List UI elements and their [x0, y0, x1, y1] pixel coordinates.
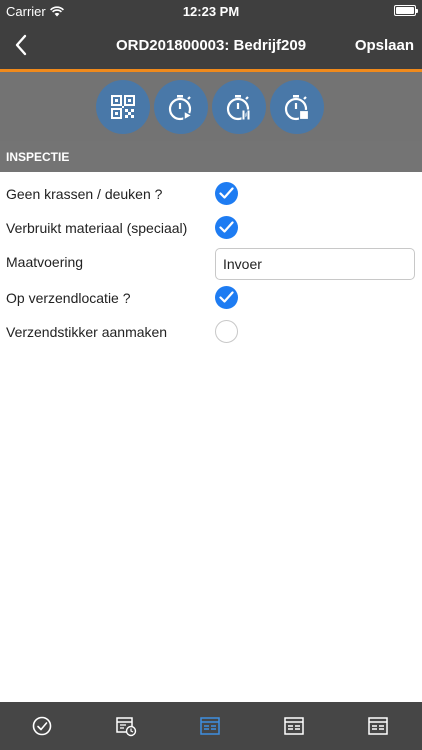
check-circle-icon: [32, 716, 52, 736]
tab-planning[interactable]: [84, 702, 168, 750]
save-button[interactable]: Opslaan: [355, 37, 414, 54]
scan-qr-button[interactable]: [96, 80, 150, 134]
schedule-form-icon: [116, 717, 137, 737]
field-label: Op verzendlocatie ?: [6, 290, 131, 306]
status-time: 12:23 PM: [182, 4, 240, 19]
field-row-op-verzendlocatie: Op verzendlocatie ?: [0, 282, 422, 316]
checkbox-geen-krassen[interactable]: [215, 182, 238, 205]
pause-timer-button[interactable]: [212, 80, 266, 134]
tab-form-2[interactable]: [252, 702, 336, 750]
checkmark-icon: [219, 221, 234, 233]
status-bar: Carrier 12:23 PM: [0, 0, 422, 22]
checkbox-verzendstikker[interactable]: [215, 320, 238, 343]
field-row-geen-krassen: Geen krassen / deuken ?: [0, 178, 422, 212]
checkbox-op-verzendlocatie[interactable]: [215, 286, 238, 309]
checkmark-icon: [219, 291, 234, 303]
form-icon: [368, 717, 388, 735]
stop-timer-button[interactable]: [270, 80, 324, 134]
bottom-tab-bar: [0, 702, 422, 750]
field-row-verzendstikker: Verzendstikker aanmaken: [0, 316, 422, 350]
timer-play-icon: [168, 95, 194, 122]
tab-checklist[interactable]: [0, 702, 84, 750]
field-label: Maatvoering: [6, 254, 84, 270]
start-timer-button[interactable]: [154, 80, 208, 134]
tab-form-active[interactable]: [168, 702, 252, 750]
tab-form-3[interactable]: [336, 702, 420, 750]
navigation-bar: ORD201800003: Bedrijf209 Opslaan: [0, 22, 422, 69]
checkbox-verbruikt-materiaal[interactable]: [215, 216, 238, 239]
form-icon: [200, 717, 220, 735]
form-icon: [284, 717, 304, 735]
battery-icon: [394, 5, 418, 16]
section-header-inspectie: INSPECTIE: [0, 141, 422, 172]
field-row-verbruikt-materiaal: Verbruikt materiaal (speciaal): [0, 212, 422, 246]
field-label: Verzendstikker aanmaken: [6, 324, 168, 340]
timer-stop-icon: [284, 95, 310, 121]
field-label: Verbruikt materiaal (speciaal): [6, 220, 188, 236]
qr-code-icon: [111, 95, 135, 119]
field-label: Geen krassen / deuken ?: [6, 186, 163, 202]
timer-pause-icon: [226, 95, 251, 121]
maatvoering-input[interactable]: [215, 248, 415, 280]
action-toolbar: [0, 72, 422, 141]
checkmark-icon: [219, 187, 234, 199]
